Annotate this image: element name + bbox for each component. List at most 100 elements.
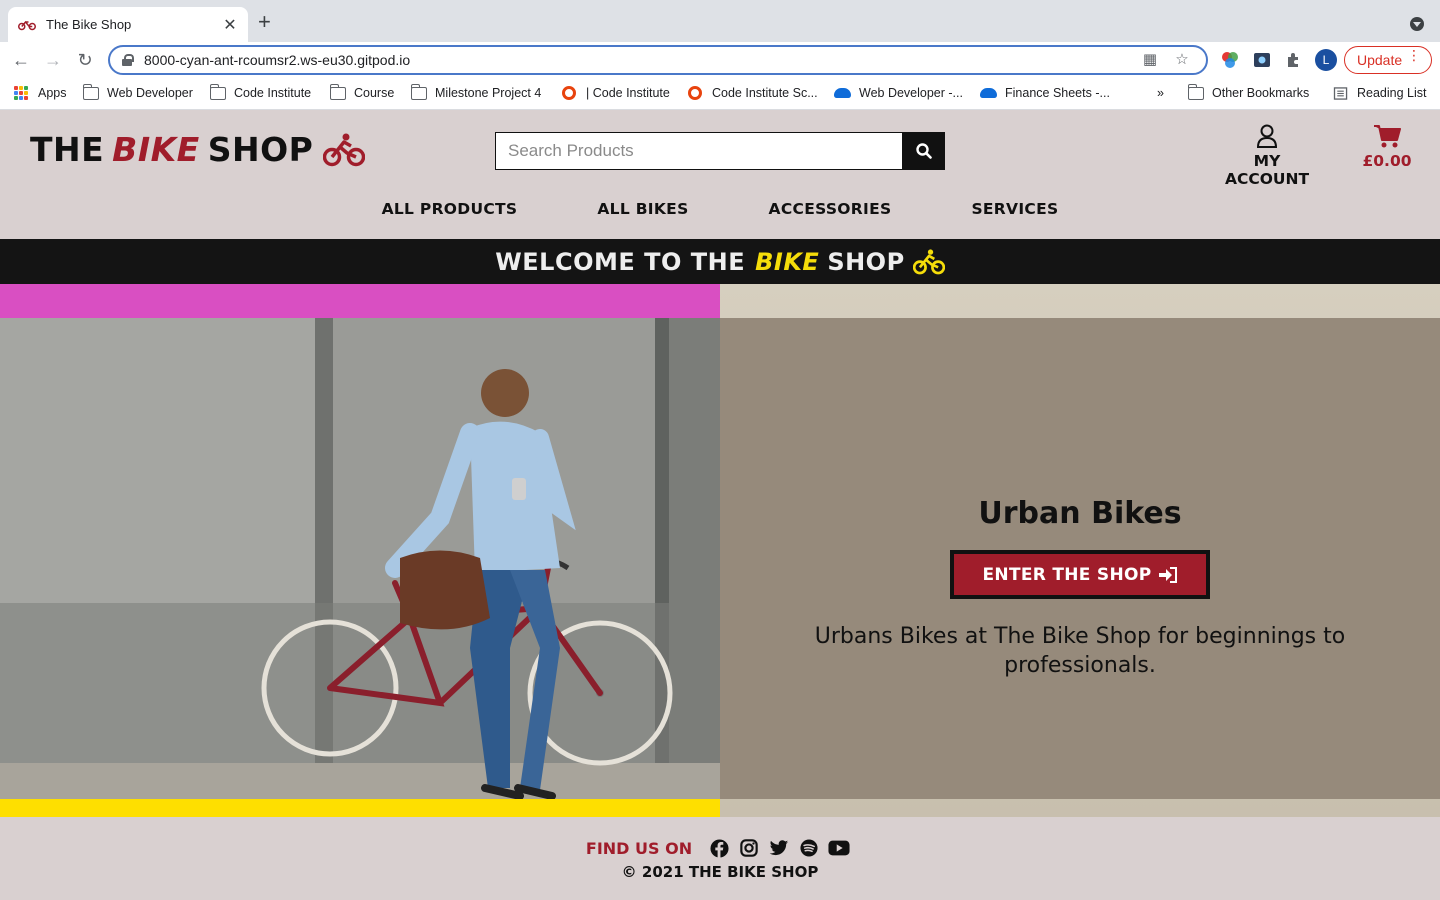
profile-avatar[interactable]: L (1315, 49, 1337, 71)
forward-arrow-icon[interactable]: → (42, 49, 64, 71)
browser-tab-bar: The Bike Shop ✕ + (0, 0, 1440, 42)
folder-icon (410, 83, 427, 100)
yellow-accent-stripe (0, 799, 720, 817)
tab-search-icon[interactable] (1410, 17, 1424, 31)
bike-favicon-icon (18, 20, 36, 30)
cloud-icon (980, 88, 997, 98)
youtube-icon[interactable] (828, 837, 850, 859)
bookmark-label: Code Institute (234, 86, 312, 100)
folder-icon (329, 83, 346, 100)
bookmark-label: Code Institute Sc... (712, 86, 818, 100)
bookmark-label: | Code Institute (586, 86, 670, 100)
bookmark-web-developer[interactable]: Web Developer (82, 83, 193, 100)
logo-shop: SHOP (207, 130, 314, 169)
more-menu-icon[interactable]: ⋮ (1407, 48, 1421, 62)
qr-code-icon[interactable]: ▦ (1142, 52, 1158, 68)
search-form (495, 132, 945, 170)
ring-icon (562, 86, 576, 100)
man-with-bike-illustration (0, 318, 720, 799)
bookmark-label: Finance Sheets -... (1005, 86, 1110, 100)
bookmark-star-icon[interactable]: ☆ (1174, 52, 1190, 68)
bookmark-label: Web Developer -... (859, 86, 963, 100)
bookmark-apps[interactable]: Apps (14, 86, 67, 100)
bookmarks-bar: Apps Web Developer Code Institute Course… (0, 78, 1440, 110)
search-input[interactable] (495, 132, 903, 170)
nav-services[interactable]: SERVICES (971, 200, 1058, 218)
site-footer: FIND US ON © 2021 THE BIKE SHOP (0, 817, 1440, 900)
welcome-prefix: WELCOME TO THE (495, 247, 746, 276)
chevron-double-right-icon: » (1157, 86, 1164, 100)
main-nav: ALL PRODUCTS ALL BIKES ACCESSORIES SERVI… (0, 200, 1440, 218)
enter-shop-button[interactable]: ENTER THE SHOP (950, 550, 1210, 599)
find-us-row: FIND US ON (0, 837, 1440, 859)
bookmark-label: Web Developer (107, 86, 193, 100)
site-header: THE BIKE SHOP MY ACCOUNT (0, 110, 1440, 239)
urban-bike-photo (0, 318, 720, 799)
cloud-icon (834, 88, 851, 98)
reading-list-label: Reading List (1357, 86, 1427, 100)
bicycle-icon (323, 133, 366, 166)
bookmark-finance-sheets[interactable]: Finance Sheets -... (980, 86, 1110, 100)
update-button[interactable]: Update ⋮ (1344, 46, 1432, 74)
puzzle-extensions-icon[interactable] (1285, 51, 1303, 69)
hero-section: Urban Bikes ENTER THE SHOP Urbans Bikes … (0, 284, 1440, 817)
instagram-icon[interactable] (738, 837, 760, 859)
browser-tab[interactable]: The Bike Shop ✕ (8, 7, 248, 42)
reload-icon[interactable]: ↻ (74, 49, 96, 71)
bicycle-icon (912, 248, 945, 274)
sign-in-icon (1158, 566, 1177, 583)
bookmark-web-developer-onedrive[interactable]: Web Developer -... (834, 86, 963, 100)
spotify-icon[interactable] (798, 837, 820, 859)
ring-icon (688, 86, 702, 100)
bookmark-label: Course (354, 86, 395, 100)
other-bookmarks-label: Other Bookmarks (1212, 86, 1310, 100)
bookmark-label: Milestone Project 4 (435, 86, 542, 100)
find-us-label: FIND US ON (585, 838, 693, 858)
folder-icon (1187, 83, 1204, 100)
nav-all-products[interactable]: ALL PRODUCTS (382, 200, 518, 218)
other-bookmarks[interactable]: Other Bookmarks (1187, 83, 1310, 100)
browser-toolbar: ← → ↻ 8000-cyan-ant-rcoumsr2.ws-eu30.git… (0, 42, 1440, 78)
urban-bikes-panel: Urban Bikes ENTER THE SHOP Urbans Bikes … (720, 318, 1440, 799)
twitter-icon[interactable] (768, 837, 790, 859)
back-arrow-icon[interactable]: ← (10, 49, 32, 71)
search-icon (916, 143, 932, 159)
logo-the: THE (30, 130, 105, 169)
nav-all-bikes[interactable]: ALL BIKES (597, 200, 688, 218)
reading-list-icon (1333, 86, 1348, 100)
bookmark-code-institute-site[interactable]: | Code Institute (562, 86, 670, 100)
bookmark-code-institute[interactable]: Code Institute (209, 83, 312, 100)
bookmark-milestone-project[interactable]: Milestone Project 4 (410, 83, 542, 100)
facebook-icon[interactable] (708, 837, 730, 859)
welcome-bike: BIKE (755, 247, 820, 276)
folder-icon (82, 83, 99, 100)
copyright-text: © 2021 THE BIKE SHOP (621, 863, 819, 881)
folder-icon (209, 83, 226, 100)
reading-list[interactable]: Reading List (1333, 86, 1427, 100)
cart-link[interactable]: £0.00 (1360, 124, 1414, 170)
logo-bike: BIKE (112, 130, 200, 169)
color-picker-extension-icon[interactable] (1221, 51, 1239, 69)
bookmark-label: Apps (38, 86, 67, 100)
tab-title: The Bike Shop (46, 17, 132, 32)
my-account-label: MY ACCOUNT (1224, 152, 1310, 188)
panel-title: Urban Bikes (978, 496, 1182, 531)
address-bar[interactable]: 8000-cyan-ant-rcoumsr2.ws-eu30.gitpod.io… (108, 45, 1208, 75)
nav-accessories[interactable]: ACCESSORIES (769, 200, 892, 218)
lock-icon (122, 54, 134, 66)
my-account-link[interactable]: MY ACCOUNT (1212, 124, 1322, 188)
cart-total: £0.00 (1362, 152, 1412, 170)
apps-grid-icon (14, 86, 28, 100)
new-tab-button[interactable]: + (258, 11, 271, 33)
tab-close-icon[interactable]: ✕ (222, 15, 238, 35)
welcome-shop: SHOP (827, 247, 905, 276)
screenshot-extension-icon[interactable] (1253, 51, 1271, 69)
search-button[interactable] (903, 132, 945, 170)
update-label: Update (1357, 52, 1403, 68)
enter-shop-label: ENTER THE SHOP (982, 564, 1152, 585)
bookmark-code-institute-sc[interactable]: Code Institute Sc... (688, 86, 818, 100)
site-logo[interactable]: THE BIKE SHOP (30, 130, 366, 169)
bookmarks-overflow-button[interactable]: » (1157, 86, 1164, 100)
bookmark-course[interactable]: Course (329, 83, 395, 100)
panel-description: Urbans Bikes at The Bike Shop for beginn… (814, 624, 1346, 678)
